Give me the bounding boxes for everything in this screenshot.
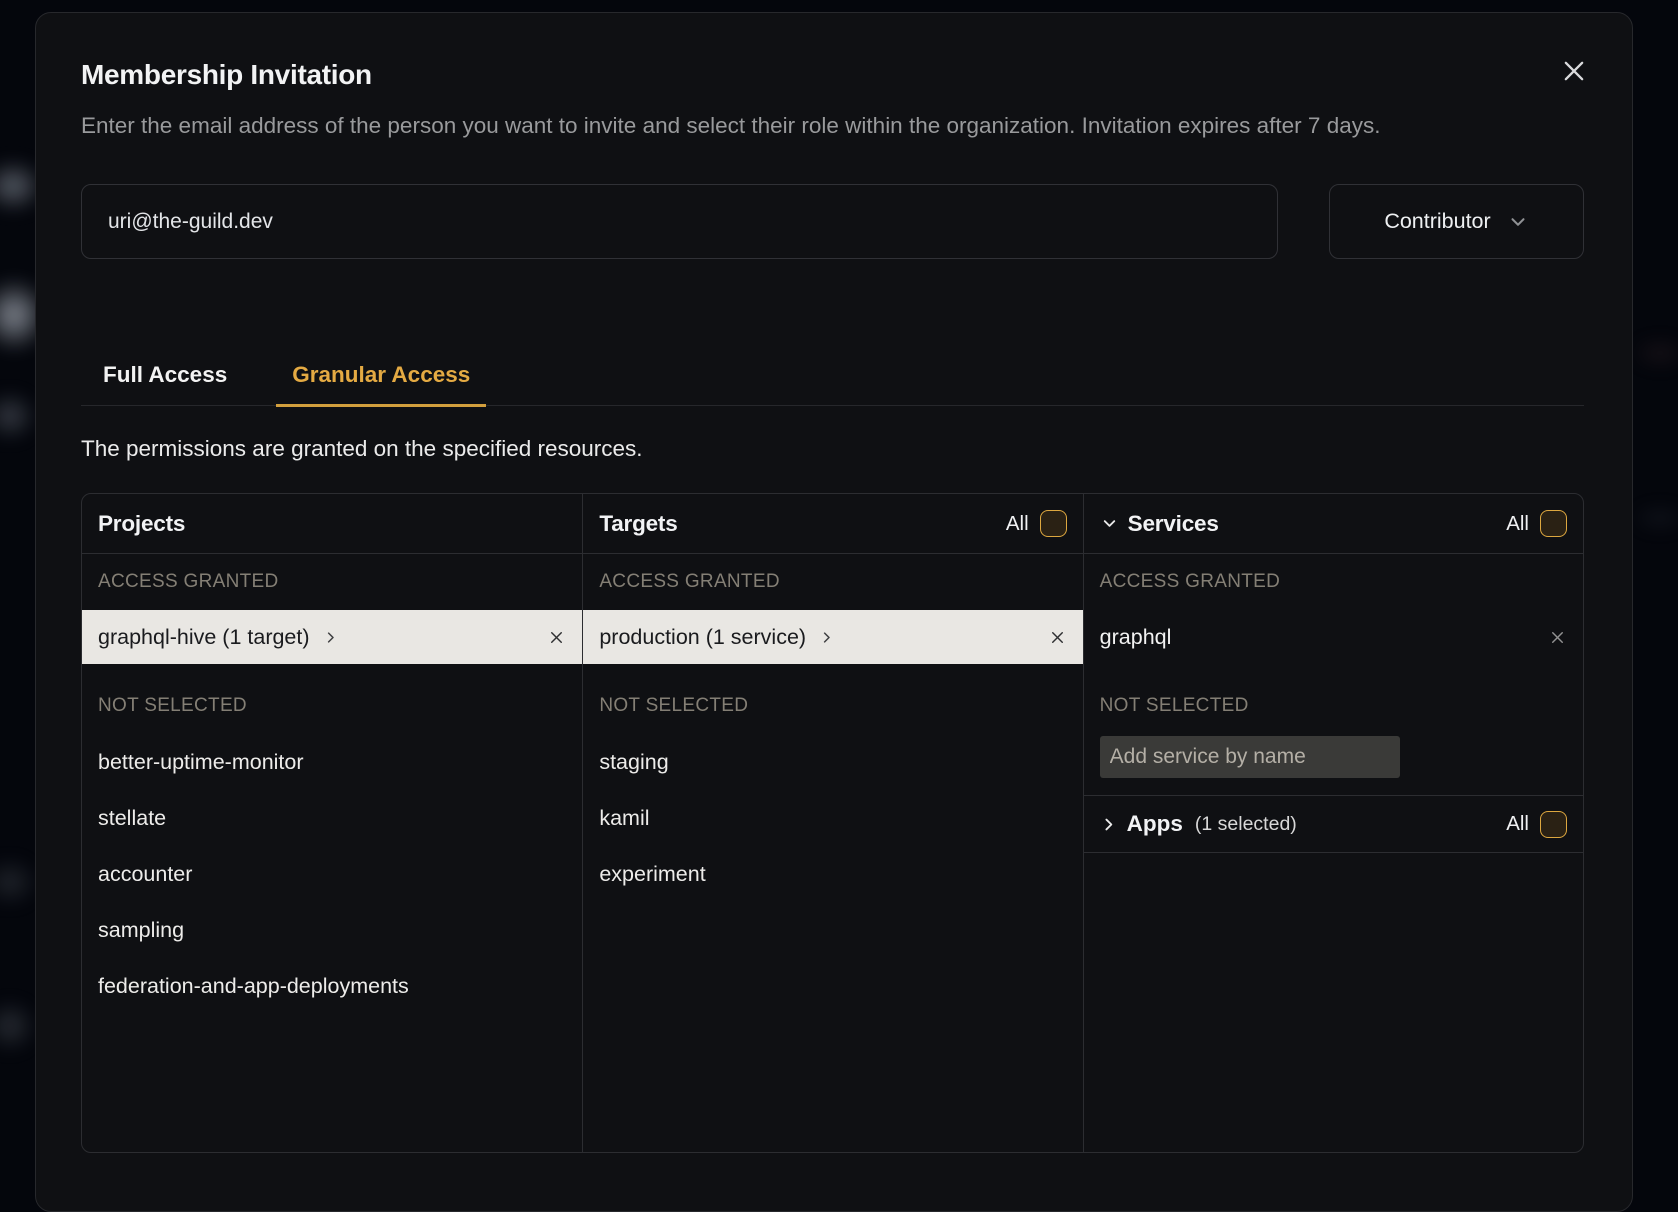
targets-all-control: All — [1006, 510, 1067, 537]
chevron-down-icon — [1507, 211, 1529, 233]
targets-access-granted-label: ACCESS GRANTED — [583, 554, 1082, 610]
projects-access-granted-label: ACCESS GRANTED — [82, 554, 582, 610]
backdrop-blur-artifact — [0, 858, 38, 906]
project-granted-name: graphql-hive (1 target) — [98, 625, 310, 650]
target-item[interactable]: experiment — [583, 846, 1082, 902]
invite-form-row: Contributor — [81, 184, 1584, 259]
email-input[interactable] — [81, 184, 1278, 259]
targets-all-label: All — [1006, 512, 1029, 536]
services-all-control: All — [1506, 510, 1567, 537]
targets-header-title: Targets — [599, 511, 677, 537]
targets-column: Targets All ACCESS GRANTED production (1… — [582, 494, 1082, 1152]
backdrop-blur-artifact — [0, 1000, 36, 1052]
targets-not-selected-label: NOT SELECTED — [583, 678, 1082, 734]
remove-project-button[interactable] — [547, 628, 566, 647]
projects-header: Projects — [82, 494, 582, 554]
projects-column: Projects ACCESS GRANTED graphql-hive (1 … — [82, 494, 582, 1152]
chevron-down-icon — [1100, 514, 1119, 533]
services-header-title: Services — [1128, 511, 1219, 537]
apps-all-control: All — [1506, 811, 1567, 838]
dialog-description: Enter the email address of the person yo… — [81, 107, 1516, 144]
add-service-input[interactable] — [1100, 736, 1400, 778]
x-icon — [1048, 628, 1067, 647]
x-icon — [1548, 628, 1567, 647]
resource-table: Projects ACCESS GRANTED graphql-hive (1 … — [81, 493, 1584, 1153]
target-granted-name: production (1 service) — [599, 625, 806, 650]
project-item[interactable]: stellate — [82, 790, 582, 846]
services-header[interactable]: Services All — [1084, 494, 1583, 554]
service-granted-row[interactable]: graphql — [1084, 610, 1583, 664]
chevron-right-icon — [819, 630, 834, 645]
apps-selected-count: (1 selected) — [1195, 813, 1297, 836]
project-item[interactable]: accounter — [82, 846, 582, 902]
tab-granular-access[interactable]: Granular Access — [276, 362, 486, 407]
services-all-checkbox[interactable] — [1540, 510, 1567, 537]
apps-all-label: All — [1506, 812, 1529, 836]
tab-full-access[interactable]: Full Access — [87, 362, 243, 405]
backdrop-blur-artifact — [1630, 338, 1678, 368]
project-item[interactable]: better-uptime-monitor — [82, 734, 582, 790]
project-item[interactable]: sampling — [82, 902, 582, 958]
project-granted-row[interactable]: graphql-hive (1 target) — [82, 610, 582, 664]
remove-service-button[interactable] — [1548, 628, 1567, 647]
target-item[interactable]: kamil — [583, 790, 1082, 846]
access-tabs: Full Access Granular Access — [81, 362, 1584, 406]
services-all-label: All — [1506, 512, 1529, 536]
role-select-value: Contributor — [1384, 209, 1490, 234]
services-not-selected-label: NOT SELECTED — [1084, 678, 1583, 734]
membership-invitation-dialog: Membership Invitation Enter the email ad… — [35, 12, 1633, 1212]
project-item[interactable]: federation-and-app-deployments — [82, 958, 582, 1014]
service-granted-name: graphql — [1100, 625, 1172, 650]
close-button[interactable] — [1560, 57, 1588, 85]
dialog-title: Membership Invitation — [81, 59, 1584, 91]
close-icon — [1560, 57, 1588, 85]
remove-target-button[interactable] — [1048, 628, 1067, 647]
projects-header-title: Projects — [98, 511, 185, 537]
backdrop-blur-artifact — [1630, 505, 1678, 531]
targets-all-checkbox[interactable] — [1040, 510, 1067, 537]
chevron-right-icon — [323, 630, 338, 645]
apps-title: Apps — [1127, 811, 1183, 837]
target-granted-row[interactable]: production (1 service) — [583, 610, 1082, 664]
services-column: Services All ACCESS GRANTED graphql NOT … — [1083, 494, 1583, 1152]
apps-row[interactable]: Apps (1 selected) All — [1084, 795, 1583, 853]
projects-not-selected-label: NOT SELECTED — [82, 678, 582, 734]
role-select[interactable]: Contributor — [1329, 184, 1584, 259]
target-item[interactable]: staging — [583, 734, 1082, 790]
backdrop-blur-artifact — [0, 392, 36, 440]
apps-all-checkbox[interactable] — [1540, 811, 1567, 838]
add-service-row — [1084, 734, 1583, 795]
targets-header: Targets All — [583, 494, 1082, 554]
chevron-right-icon — [1100, 816, 1117, 833]
services-access-granted-label: ACCESS GRANTED — [1084, 554, 1583, 610]
x-icon — [547, 628, 566, 647]
permissions-note: The permissions are granted on the speci… — [81, 436, 1584, 462]
